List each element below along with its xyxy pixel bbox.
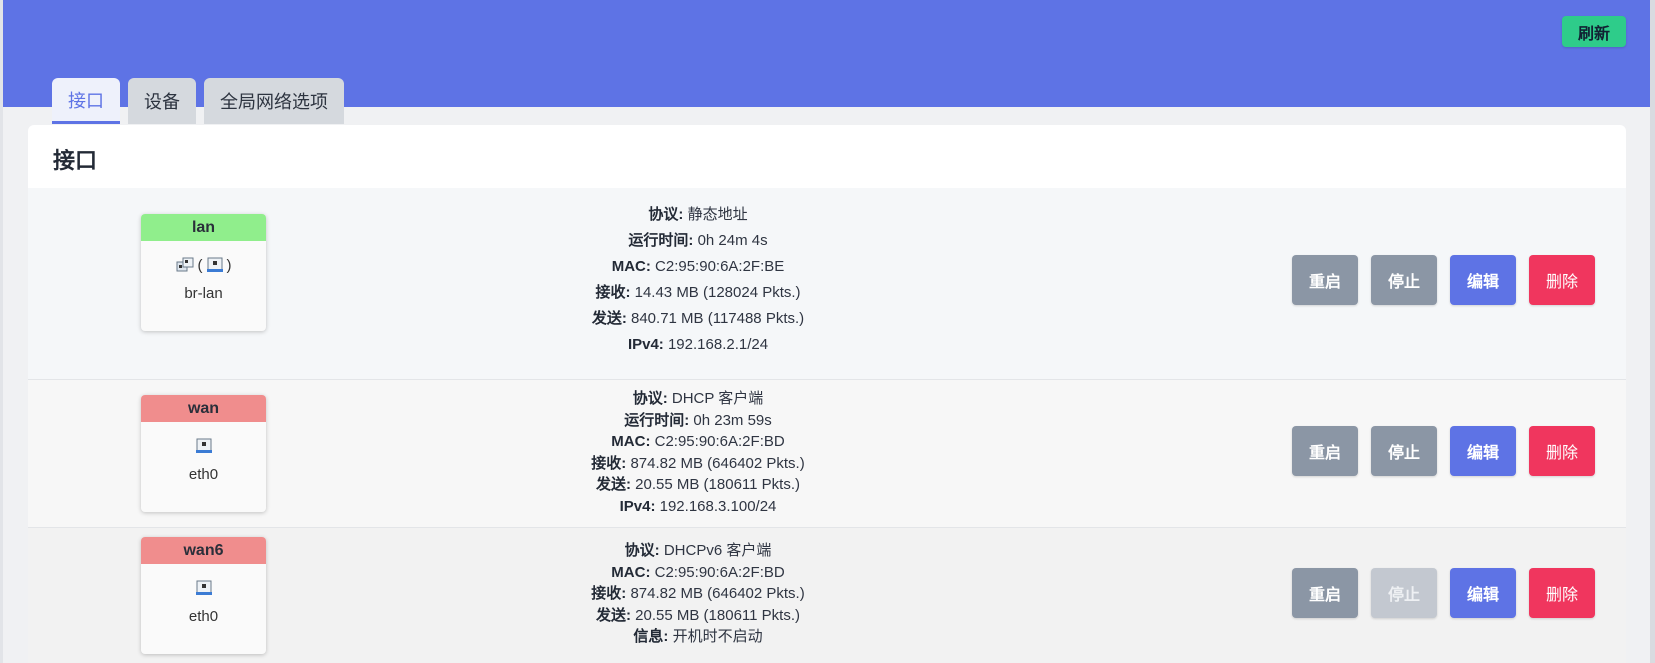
ethernet-port-icon — [194, 579, 214, 597]
info-tx: 发送: 20.55 MB (180611 Pkts.) — [596, 606, 800, 624]
info-tx: 发送: 20.55 MB (180611 Pkts.) — [596, 476, 800, 494]
row-actions: 重启 停止 编辑 删除 — [1292, 426, 1595, 476]
device-paren-close: ) — [226, 256, 232, 274]
info-rx: 接收: 14.43 MB (128024 Pkts.) — [595, 284, 801, 301]
row-actions: 重启 停止 编辑 删除 — [1292, 255, 1595, 305]
device-icons: ( ) — [141, 247, 266, 283]
info-protocol: 协议: 静态地址 — [648, 206, 748, 223]
info-mac: MAC: C2:95:90:6A:2F:BD — [611, 563, 785, 581]
delete-button[interactable]: 删除 — [1529, 255, 1595, 305]
device-paren-open: ( — [197, 256, 203, 274]
interface-row-wan6: wan6 eth0 协议: DHCPv6 客户端 MAC: C2:95:90:6… — [28, 527, 1626, 663]
scrollbar-track[interactable] — [1650, 0, 1655, 663]
info-rx: 接收: 874.82 MB (646402 Pkts.) — [591, 454, 805, 472]
interface-row-lan: lan ( ) br-lan 协议: 静态地址 运行时间: 0h 24m 4s … — [28, 188, 1626, 379]
interface-info: 协议: DHCP 客户端 运行时间: 0h 23m 59s MAC: C2:95… — [418, 388, 978, 518]
info-mac: MAC: C2:95:90:6A:2F:BD — [611, 433, 785, 451]
edit-button[interactable]: 编辑 — [1450, 426, 1516, 476]
stop-button[interactable]: 停止 — [1371, 426, 1437, 476]
delete-button[interactable]: 删除 — [1529, 426, 1595, 476]
restart-button[interactable]: 重启 — [1292, 426, 1358, 476]
interface-badge-lan: lan ( ) br-lan — [141, 214, 266, 331]
interface-name-label: wan6 — [141, 537, 266, 564]
tab-bar: 接口 设备 全局网络选项 — [52, 78, 344, 124]
edit-button[interactable]: 编辑 — [1450, 255, 1516, 305]
info-protocol: 协议: DHCP 客户端 — [632, 390, 764, 407]
tab-global-network-options[interactable]: 全局网络选项 — [204, 78, 344, 124]
restart-button[interactable]: 重启 — [1292, 568, 1358, 618]
device-icons — [141, 428, 266, 464]
interface-badge-wan: wan eth0 — [141, 395, 266, 512]
interface-info: 协议: 静态地址 运行时间: 0h 24m 4s MAC: C2:95:90:6… — [418, 202, 978, 358]
refresh-button[interactable]: 刷新 — [1562, 16, 1626, 47]
ethernet-port-icon — [194, 437, 214, 455]
info-protocol: 协议: DHCPv6 客户端 — [624, 542, 772, 559]
stop-button[interactable]: 停止 — [1371, 255, 1437, 305]
info-ipv4: IPv4: 192.168.3.100/24 — [619, 497, 777, 515]
interface-name-label: wan — [141, 395, 266, 422]
restart-button[interactable]: 重启 — [1292, 255, 1358, 305]
edit-button[interactable]: 编辑 — [1450, 568, 1516, 618]
device-name: br-lan — [184, 285, 223, 302]
info-ipv4: IPv4: 192.168.2.1/24 — [627, 336, 769, 353]
info-mac: MAC: C2:95:90:6A:2F:BE — [611, 258, 785, 275]
ethernet-port-icon — [205, 256, 225, 274]
interface-info: 协议: DHCPv6 客户端 MAC: C2:95:90:6A:2F:BD 接收… — [418, 540, 978, 648]
panel-title: 接口 — [53, 148, 98, 173]
device-name: eth0 — [188, 466, 219, 483]
info-message: 信息: 开机时不启动 — [633, 628, 763, 646]
interface-badge-wan6: wan6 eth0 — [141, 537, 266, 654]
info-tx: 发送: 840.71 MB (117488 Pkts.) — [591, 310, 805, 327]
stop-button[interactable]: 停止 — [1371, 568, 1437, 618]
bridge-icon — [176, 256, 196, 274]
info-rx: 接收: 874.82 MB (646402 Pkts.) — [591, 585, 805, 603]
interface-row-wan: wan eth0 协议: DHCP 客户端 运行时间: 0h 23m 59s M… — [28, 379, 1626, 527]
interfaces-panel: 接口 lan ( ) br-lan 协议: 静态地址 运行时间: 0h 24m … — [28, 125, 1626, 663]
device-name: eth0 — [188, 608, 219, 625]
row-actions: 重启 停止 编辑 删除 — [1292, 568, 1595, 618]
tab-interfaces[interactable]: 接口 — [52, 78, 120, 124]
info-uptime: 运行时间: 0h 23m 59s — [624, 411, 772, 429]
device-icons — [141, 570, 266, 606]
interface-name-label: lan — [141, 214, 266, 241]
tab-devices[interactable]: 设备 — [128, 78, 196, 124]
info-uptime: 运行时间: 0h 24m 4s — [628, 232, 768, 249]
delete-button[interactable]: 删除 — [1529, 568, 1595, 618]
